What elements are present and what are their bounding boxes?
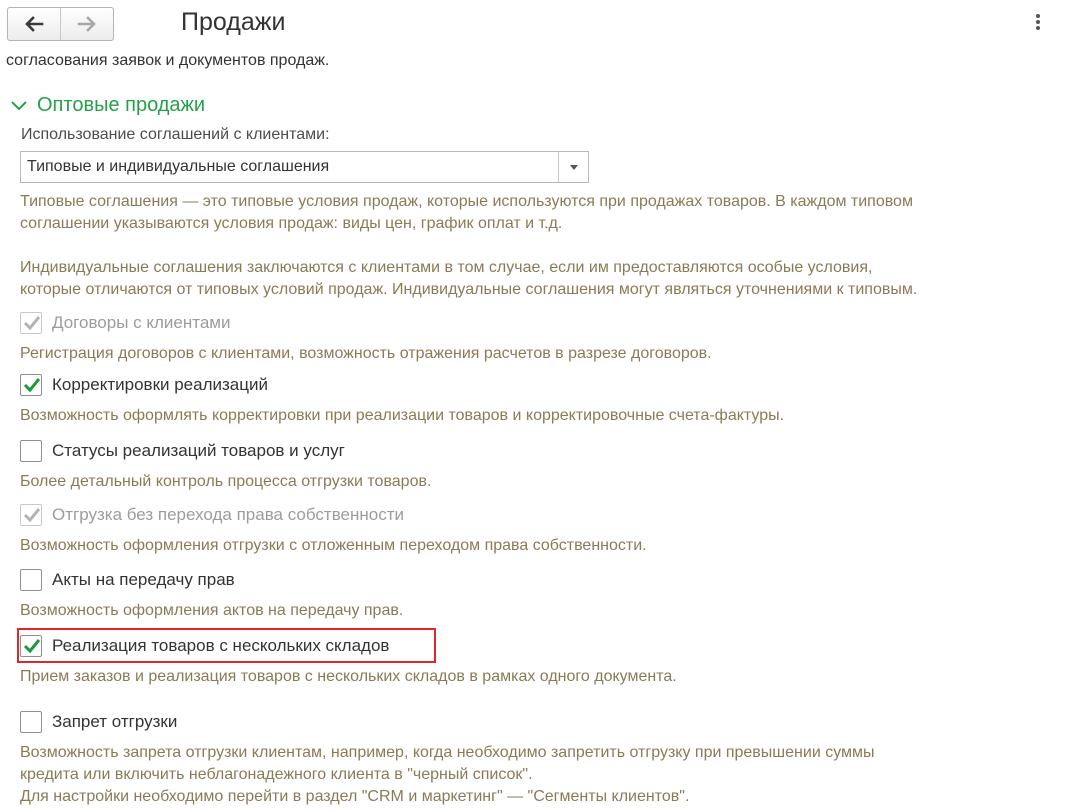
dropdown-button[interactable] — [558, 152, 588, 182]
checkbox[interactable] — [20, 374, 42, 396]
agreements-select[interactable]: Типовые и индивидуальные соглашения — [20, 151, 589, 183]
intro-text: согласования заявок и документов продаж. — [6, 52, 330, 69]
more-vertical-icon — [1036, 14, 1040, 30]
description-line: Прием заказов и реализация товаров с нес… — [20, 668, 677, 685]
description-line: Возможность запрета отгрузки клиентам, н… — [20, 744, 875, 761]
top-bar: Продажи — [0, 0, 1069, 50]
checkbox[interactable] — [20, 635, 42, 657]
group-header-wholesale[interactable]: Оптовые продажи — [10, 94, 205, 117]
option-description: Регистрация договоров с клиентами, возмо… — [20, 343, 712, 365]
checkbox[interactable] — [20, 312, 42, 334]
forward-button[interactable] — [60, 8, 113, 40]
chevron-down-icon — [11, 100, 27, 110]
description-line: Индивидуальные соглашения заключаются с … — [20, 259, 873, 276]
option-description: Прием заказов и реализация товаров с нес… — [20, 666, 677, 688]
check-icon — [23, 508, 41, 523]
navigation-buttons — [7, 7, 114, 41]
option-label: Корректировки реализаций — [52, 375, 268, 394]
option-description: Более детальный контроль процесса отгруз… — [20, 471, 431, 493]
option-label: Запрет отгрузки — [52, 712, 178, 731]
dropdown-arrow-icon — [569, 164, 578, 170]
agreements-select-value: Типовые и индивидуальные соглашения — [27, 158, 330, 175]
description-line: Регистрация договоров с клиентами, возмо… — [20, 345, 712, 362]
agreements-description: Типовые соглашения — это типовые условия… — [20, 191, 913, 235]
description-line: кредита или включить неблагонадежного кл… — [20, 766, 533, 783]
arrow-right-icon — [77, 16, 96, 32]
agreements-label: Использование соглашений с клиентами: — [21, 126, 330, 143]
check-icon — [23, 316, 41, 331]
description-line: Возможность оформлять корректировки при … — [20, 407, 785, 424]
option-description: Возможность оформления отгрузки с отложе… — [20, 535, 647, 557]
option-label: Статусы реализаций товаров и услуг — [52, 441, 345, 460]
arrow-left-icon — [25, 16, 44, 32]
option-shipment-ban[interactable]: Запрет отгрузки — [20, 708, 177, 736]
check-icon — [23, 378, 41, 393]
checkbox[interactable] — [20, 504, 42, 526]
option-description: Возможность запрета отгрузки клиентам, н… — [20, 742, 875, 808]
check-icon — [23, 639, 41, 654]
description-line: Более детальный контроль процесса отгруз… — [20, 473, 432, 490]
description-line: соглашении указываются условия продаж: в… — [20, 215, 563, 232]
description-line: Типовые соглашения — это типовые условия… — [20, 193, 913, 210]
description-line: Для настройки необходимо перейти в разде… — [20, 788, 690, 805]
page-title: Продажи — [181, 8, 286, 36]
option-sales-corrections[interactable]: Корректировки реализаций — [20, 371, 268, 399]
back-button[interactable] — [8, 8, 60, 40]
description-line: которые отличаются от типовых условий пр… — [20, 281, 918, 298]
option-rights-transfer-acts[interactable]: Акты на передачу прав — [20, 566, 235, 594]
option-label: Отгрузка без перехода права собственност… — [52, 505, 405, 524]
description-line: Возможность оформления актов на передачу… — [20, 602, 404, 619]
checkbox[interactable] — [20, 569, 42, 591]
option-label: Реализация товаров с нескольких складов — [52, 636, 390, 655]
group-title: Оптовые продажи — [37, 94, 206, 116]
option-description: Возможность оформления актов на передачу… — [20, 600, 403, 622]
option-label: Договоры с клиентами — [52, 313, 231, 332]
option-contracts[interactable]: Договоры с клиентами — [20, 309, 230, 337]
option-description: Возможность оформлять корректировки при … — [20, 405, 784, 427]
option-label: Акты на передачу прав — [52, 570, 235, 589]
agreements-description: Индивидуальные соглашения заключаются с … — [20, 257, 917, 301]
option-multi-warehouse-sales[interactable]: Реализация товаров с нескольких складов — [20, 632, 389, 660]
checkbox[interactable] — [20, 440, 42, 462]
description-line: Возможность оформления отгрузки с отложе… — [20, 537, 647, 554]
option-shipment-without-ownership[interactable]: Отгрузка без перехода права собственност… — [20, 501, 404, 529]
option-sales-statuses[interactable]: Статусы реализаций товаров и услуг — [20, 437, 345, 465]
checkbox[interactable] — [20, 711, 42, 733]
more-button[interactable] — [1031, 12, 1045, 34]
